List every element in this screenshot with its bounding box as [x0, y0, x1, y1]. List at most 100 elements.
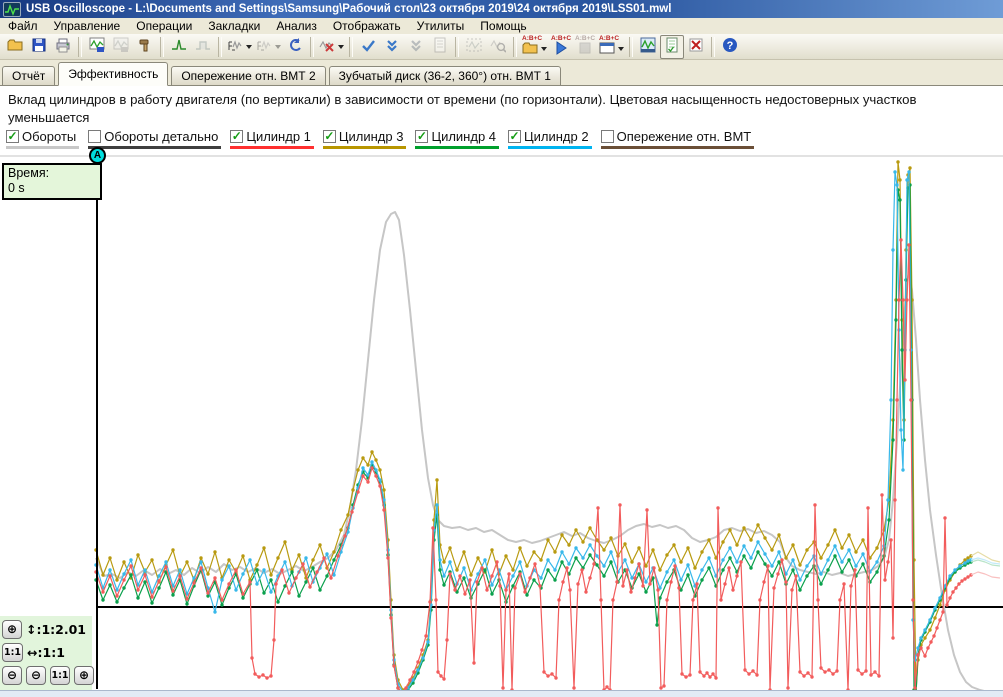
pulse-view-button — [191, 35, 215, 59]
toolbar: A:B+CA:B+CA:B+CA:B+C? — [0, 34, 1003, 60]
v-zoom-in-button[interactable]: ⊕ — [2, 620, 22, 639]
tab-2[interactable]: Эффективность — [58, 62, 168, 86]
series-checkbox-5[interactable]: ✓Цилиндр 4 — [415, 129, 499, 149]
tab-4[interactable]: Зубчатый диск (36-2, 360°) отн. ВМТ 1 — [329, 66, 561, 85]
series-checkbox-label: Цилиндр 3 — [339, 129, 404, 144]
h-reset-button[interactable]: 1:1 — [50, 666, 70, 685]
menu-bar: ФайлУправлениеОперацииЗакладкиАнализОтоб… — [0, 18, 1003, 34]
view-close-button[interactable] — [684, 35, 708, 59]
menu-item-5[interactable]: Анализ — [268, 18, 325, 34]
checked-checkbox-icon[interactable]: ✓ — [230, 130, 243, 143]
menu-item-8[interactable]: Помощь — [472, 18, 534, 34]
tools-button[interactable] — [133, 35, 157, 59]
toolbar-separator — [455, 37, 459, 57]
dropdown-arrow-icon[interactable] — [541, 47, 547, 51]
series-checkbox-label: Цилиндр 4 — [431, 129, 496, 144]
chart-plot-area[interactable] — [96, 156, 1003, 690]
script-open-button[interactable]: A:B+C — [520, 35, 549, 59]
confirm-all-button[interactable] — [380, 35, 404, 59]
tab-1[interactable]: Отчёт — [2, 66, 55, 85]
view-graph-button[interactable] — [636, 35, 660, 59]
series-checkbox-3[interactable]: ✓Цилиндр 1 — [230, 129, 314, 149]
menu-item-3[interactable]: Операции — [128, 18, 200, 34]
view-report-button[interactable] — [660, 35, 684, 59]
zoom-row-3: ⊖⊖1:1⊕ — [2, 665, 92, 685]
script-run-button[interactable]: A:B+C — [549, 35, 573, 59]
series-checkbox-label: Обороты детально — [104, 129, 218, 144]
toolbar-separator — [513, 37, 517, 57]
script-open-icon — [522, 40, 538, 59]
report-doc-button — [428, 35, 452, 59]
menu-item-1[interactable]: Файл — [0, 18, 46, 34]
help-button[interactable]: ? — [718, 35, 742, 59]
v-reset-button[interactable]: 1:1 — [2, 643, 23, 662]
zoom-row-2: 1:1↔:1:1 — [2, 642, 92, 662]
series-checkbox-4[interactable]: ✓Цилиндр 3 — [323, 129, 407, 149]
help-icon: ? — [722, 37, 738, 56]
zoom-scale-label: ↕:1:2.01 — [26, 622, 86, 637]
script-stop-button: A:B+C — [573, 35, 597, 59]
confirm-icon — [360, 37, 376, 56]
view-close-icon — [688, 37, 704, 56]
tab-3[interactable]: Опережение отн. ВМТ 2 — [171, 66, 325, 85]
menu-item-4[interactable]: Закладки — [200, 18, 268, 34]
cursor-time-label: Время: — [8, 166, 96, 181]
unchecked-checkbox-icon[interactable] — [88, 130, 101, 143]
wave-next-button — [254, 35, 283, 59]
view-graph-icon — [640, 37, 656, 56]
menu-item-6[interactable]: Отображать — [325, 18, 409, 34]
print-icon — [55, 37, 71, 56]
confirm-all-icon — [384, 37, 400, 56]
series-filter-row: ✓ОборотыОбороты детально✓Цилиндр 1✓Цилин… — [6, 129, 754, 149]
script-stop-caption: A:B+C — [575, 35, 595, 42]
toolbar-separator — [349, 37, 353, 57]
series-checkbox-label: Обороты — [22, 129, 76, 144]
series-checkbox-6[interactable]: ✓Цилиндр 2 — [508, 129, 592, 149]
save-button[interactable] — [27, 35, 51, 59]
print-button[interactable] — [51, 35, 75, 59]
wave-next-icon — [256, 37, 272, 56]
series-checkbox-1[interactable]: ✓Обороты — [6, 129, 79, 149]
confirm-button[interactable] — [356, 35, 380, 59]
unchecked-checkbox-icon[interactable] — [601, 130, 614, 143]
open-file-icon — [7, 37, 23, 56]
v-zoom-out-button[interactable]: ⊖ — [2, 666, 22, 685]
zoom-panel: ⊕↕:1:2.011:1↔:1:1⊖⊖1:1⊕ — [0, 616, 92, 690]
cursor-time-value: 0 s — [8, 181, 96, 196]
checked-checkbox-icon[interactable]: ✓ — [6, 130, 19, 143]
undo-button[interactable] — [283, 35, 307, 59]
h-zoom-in-button[interactable]: ⊕ — [74, 666, 94, 685]
checked-checkbox-icon[interactable]: ✓ — [323, 130, 336, 143]
toolbar-separator — [310, 37, 314, 57]
series-checkbox-2[interactable]: Обороты детально — [88, 129, 221, 149]
impulse-view-button[interactable] — [167, 35, 191, 59]
menu-item-2[interactable]: Управление — [46, 18, 129, 34]
series-checkbox-7[interactable]: Опережение отн. ВМТ — [601, 129, 755, 149]
open-file-button[interactable] — [3, 35, 27, 59]
view-report-icon — [664, 37, 680, 56]
toolbar-separator — [160, 37, 164, 57]
chart-export-icon — [89, 37, 105, 56]
dropdown-arrow-icon[interactable] — [618, 47, 624, 51]
script-window-icon — [599, 40, 615, 59]
h-zoom-out-button[interactable]: ⊖ — [26, 666, 46, 685]
chart-export-button[interactable] — [85, 35, 109, 59]
menu-item-7[interactable]: Утилиты — [409, 18, 473, 34]
confirm-next-icon — [408, 37, 424, 56]
svg-text:?: ? — [727, 40, 734, 52]
report-doc-icon — [432, 37, 448, 56]
dropdown-arrow-icon[interactable] — [338, 45, 344, 49]
app-icon — [3, 2, 21, 17]
confirm-next-button — [404, 35, 428, 59]
checked-checkbox-icon[interactable]: ✓ — [508, 130, 521, 143]
cursor-a-marker[interactable]: A — [89, 147, 106, 164]
dropdown-arrow-icon[interactable] — [275, 45, 281, 49]
select-region-icon — [466, 37, 482, 56]
script-window-button[interactable]: A:B+C — [597, 35, 626, 59]
dropdown-arrow-icon[interactable] — [246, 45, 252, 49]
toolbar-separator — [629, 37, 633, 57]
wave-delete-button[interactable] — [317, 35, 346, 59]
wave-prev-button[interactable] — [225, 35, 254, 59]
script-window-caption: A:B+C — [599, 35, 619, 42]
checked-checkbox-icon[interactable]: ✓ — [415, 130, 428, 143]
